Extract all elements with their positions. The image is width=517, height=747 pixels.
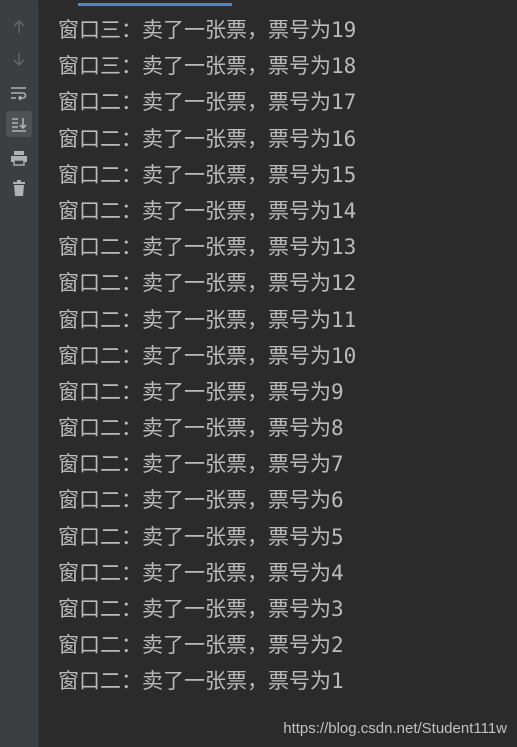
console-line: 窗口二：卖了一张票，票号为11 bbox=[58, 307, 357, 332]
trash-icon bbox=[11, 179, 27, 197]
console-line: 窗口二：卖了一张票，票号为7 bbox=[58, 452, 344, 477]
print-icon bbox=[10, 150, 28, 166]
console-top-bar bbox=[38, 0, 517, 6]
scroll-to-end-icon bbox=[10, 115, 28, 133]
console-window: 窗口三：卖了一张票，票号为19 窗口三：卖了一张票，票号为18 窗口二：卖了一张票，… bbox=[0, 0, 517, 747]
console-line: 窗口二：卖了一张票，票号为1 bbox=[58, 669, 344, 694]
watermark: https://blog.csdn.net/Student111w bbox=[283, 720, 507, 737]
console-line: 窗口二：卖了一张票，票号为6 bbox=[58, 488, 344, 513]
console-line: 窗口二：卖了一张票，票号为16 bbox=[58, 126, 357, 151]
console-line: 窗口二：卖了一张票，票号为12 bbox=[58, 271, 357, 296]
console-line: 窗口二：卖了一张票，票号为2 bbox=[58, 633, 344, 658]
clear-all-button[interactable] bbox=[6, 175, 32, 201]
console-line: 窗口二：卖了一张票，票号为8 bbox=[58, 416, 344, 441]
scroll-to-end-button[interactable] bbox=[6, 111, 32, 137]
console-output[interactable]: 窗口三：卖了一张票，票号为19 窗口三：卖了一张票，票号为18 窗口二：卖了一张票，… bbox=[58, 12, 517, 700]
console-line: 窗口二：卖了一张票，票号为14 bbox=[58, 198, 357, 223]
up-arrow-icon bbox=[11, 19, 27, 35]
console-line: 窗口二：卖了一张票，票号为17 bbox=[58, 90, 357, 115]
console-line: 窗口三：卖了一张票，票号为18 bbox=[58, 54, 357, 79]
console-line: 窗口二：卖了一张票，票号为9 bbox=[58, 379, 344, 404]
console-line: 窗口二：卖了一张票，票号为10 bbox=[58, 343, 357, 368]
up-arrow-button[interactable] bbox=[6, 14, 32, 40]
down-arrow-icon bbox=[11, 51, 27, 67]
active-tab-indicator bbox=[78, 3, 232, 6]
soft-wrap-button[interactable] bbox=[6, 80, 32, 106]
soft-wrap-icon bbox=[10, 85, 28, 101]
down-arrow-button[interactable] bbox=[6, 46, 32, 72]
console-line: 窗口三：卖了一张票，票号为19 bbox=[58, 18, 357, 42]
print-button[interactable] bbox=[6, 145, 32, 171]
console-line: 窗口二：卖了一张票，票号为15 bbox=[58, 162, 357, 187]
console-line: 窗口二：卖了一张票，票号为3 bbox=[58, 597, 344, 621]
console-line: 窗口二：卖了一张票，票号为13 bbox=[58, 235, 357, 260]
console-toolbar bbox=[0, 0, 39, 747]
console-line: 窗口二：卖了一张票，票号为5 bbox=[58, 524, 344, 549]
console-line: 窗口二：卖了一张票，票号为4 bbox=[58, 560, 344, 585]
